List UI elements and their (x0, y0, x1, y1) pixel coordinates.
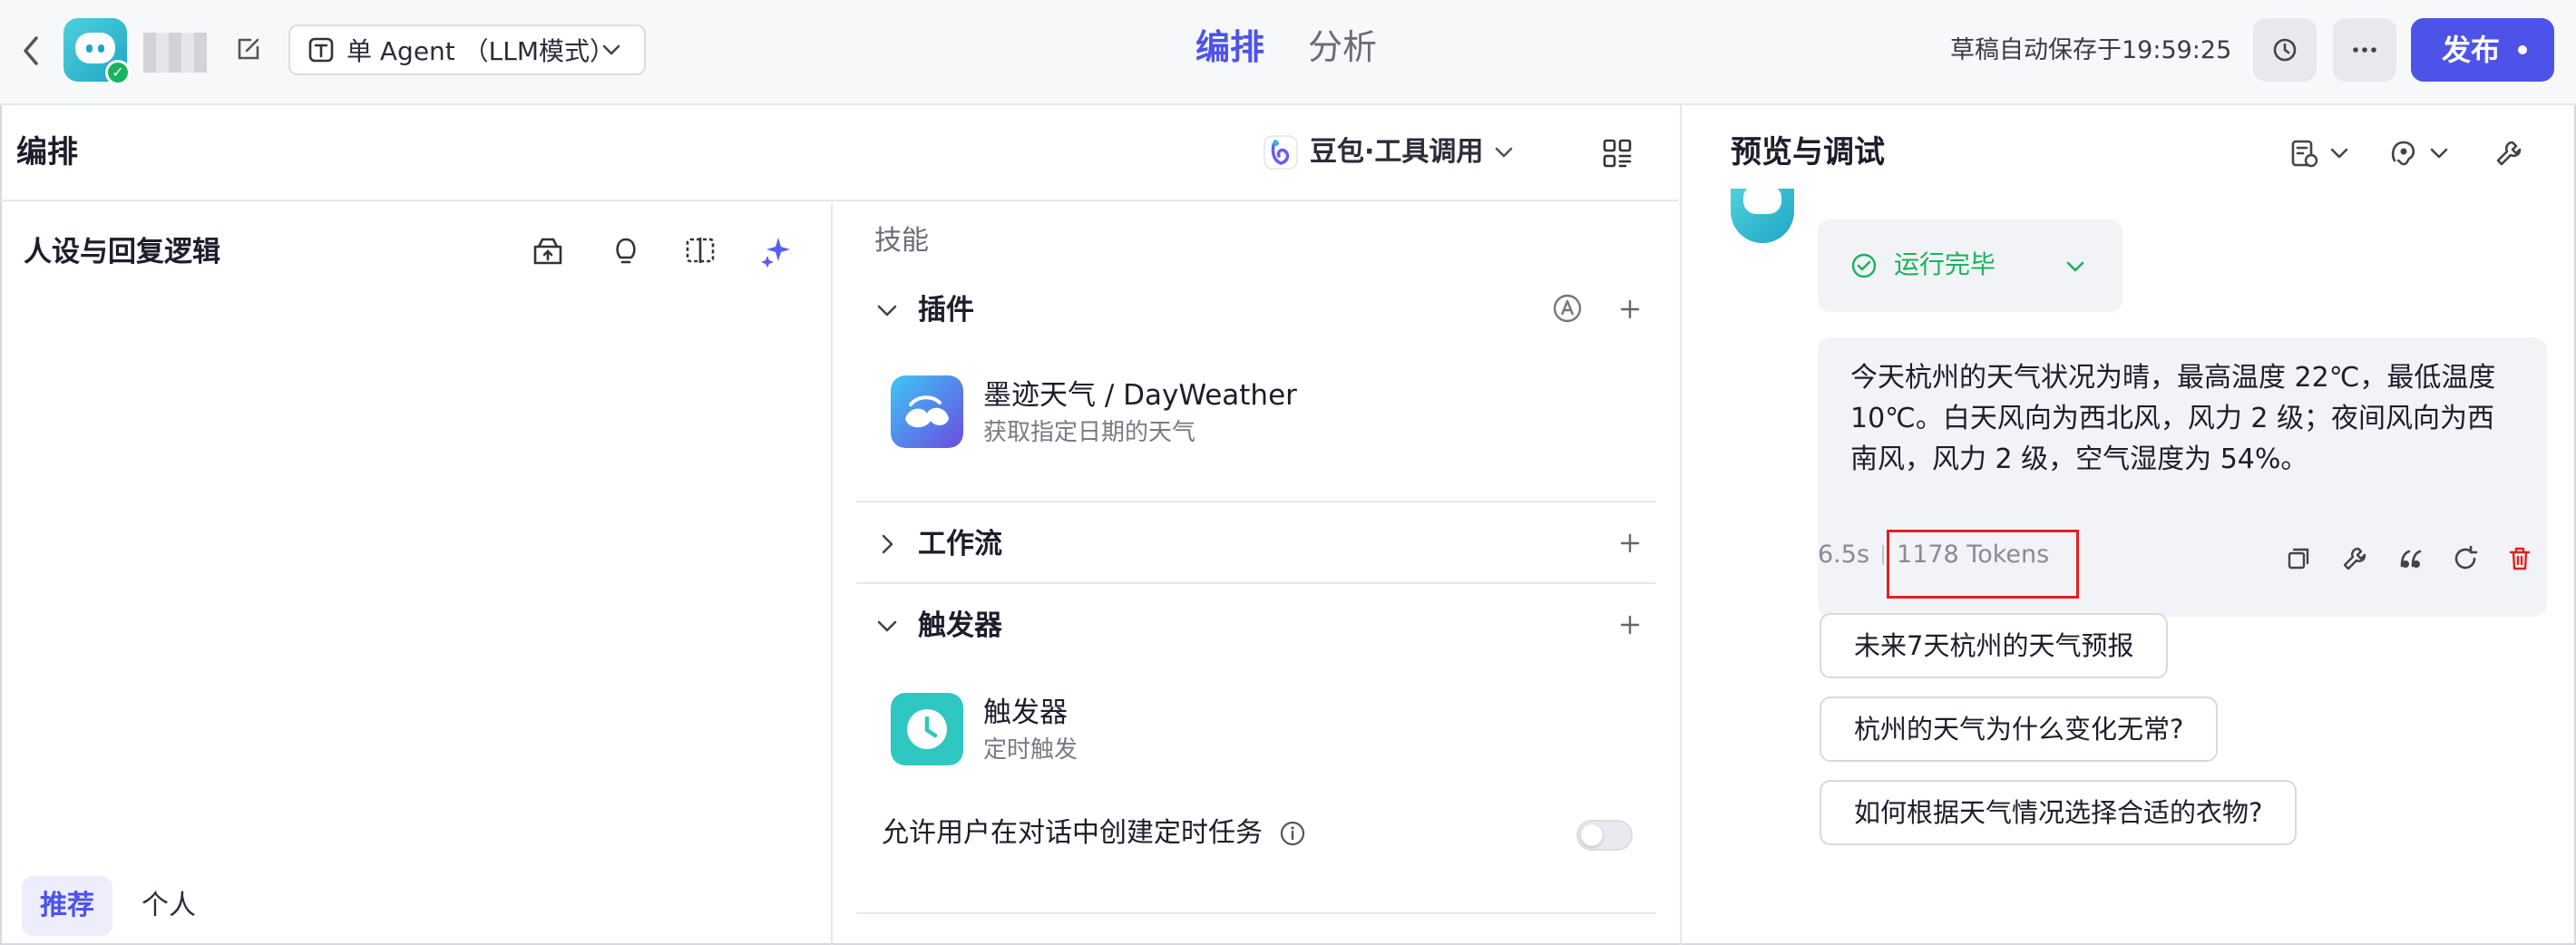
model-label: 豆包·工具调用 (1310, 136, 1484, 168)
regenerate-icon[interactable] (2451, 544, 2480, 573)
bot-name-blurred (143, 33, 207, 73)
trigger-name: 触发器 (983, 697, 1068, 729)
lightbulb-icon[interactable] (608, 232, 644, 268)
trigger-desc: 定时触发 (983, 736, 1078, 764)
chevron-down-icon (2430, 148, 2448, 159)
wrench-icon (2496, 141, 2522, 166)
published-check-icon: ✓ (105, 60, 131, 85)
skills-label: 技能 (874, 225, 929, 257)
allow-scheduled-task-toggle[interactable] (1576, 820, 1633, 851)
plugin-name: 墨迹天气 / DayWeather (983, 379, 1297, 412)
chevron-down-icon (2066, 261, 2084, 272)
workflow-section-header[interactable]: 工作流 (874, 517, 1656, 571)
agent-mode-select[interactable]: 单 Agent （LLM模式） (288, 24, 646, 75)
voice-settings-button[interactable] (2387, 136, 2451, 170)
chevron-down-icon (1496, 147, 1513, 158)
history-icon (2273, 38, 2297, 62)
tab-edit[interactable]: 编排 (1195, 22, 1264, 73)
model-select[interactable]: 豆包·工具调用 (1263, 131, 1516, 174)
tab-analysis[interactable]: 分析 (1308, 22, 1377, 73)
moji-weather-icon (891, 375, 963, 448)
suggestion-chip[interactable]: 如何根据天气情况选择合适的衣物? (1820, 780, 2298, 845)
plugins-section-header[interactable]: 插件 (874, 283, 1656, 337)
elapsed-time: 6.5s (1818, 541, 1870, 569)
persona-panel: 人设与回复逻辑 推荐 个人 (0, 203, 833, 945)
layout-grid-icon[interactable] (1602, 138, 1633, 169)
triggers-title: 触发器 (918, 609, 1002, 642)
plugins-title: 插件 (918, 294, 974, 326)
editor-header: 编排 豆包·工具调用 (0, 105, 1678, 201)
autosave-status: 草稿自动保存于19:59:25 (1950, 36, 2232, 64)
bot-avatar[interactable]: ✓ (63, 18, 131, 85)
preview-title: 预览与调试 (1731, 134, 1885, 170)
wrench-icon[interactable] (2340, 544, 2369, 573)
tab-recommended[interactable]: 推荐 (22, 876, 112, 936)
auto-call-icon[interactable] (1551, 292, 1584, 325)
publish-dot-icon (2518, 45, 2527, 54)
allow-scheduled-task-label: 允许用户在对话中创建定时任务 (882, 817, 1263, 849)
persona-title: 人设与回复逻辑 (24, 236, 220, 268)
add-workflow-icon[interactable] (1615, 528, 1645, 559)
divider (856, 912, 1656, 914)
quote-icon[interactable] (2396, 544, 2425, 573)
info-icon[interactable] (1279, 820, 1306, 847)
edit-icon[interactable] (234, 34, 263, 63)
history-button[interactable] (2253, 18, 2317, 82)
prompt-library-icon[interactable] (530, 232, 566, 268)
divider (856, 582, 1656, 584)
run-status-box[interactable]: 运行完毕 (1818, 219, 2122, 312)
token-highlight-box (1887, 530, 2079, 599)
triggers-section-header[interactable]: 触发器 (874, 599, 1656, 653)
chat-bot-avatar (1731, 189, 1794, 243)
doubao-logo-icon (1264, 135, 1298, 170)
add-plugin-icon[interactable] (1615, 294, 1645, 325)
back-icon[interactable] (18, 33, 44, 69)
text-mode-icon (308, 37, 334, 63)
skills-panel: 技能 插件 墨迹天气 / DayWeather 获取指定日期的天气 工作流 触发… (834, 203, 1678, 945)
divider (856, 501, 1656, 502)
publish-label: 发布 (2442, 33, 2501, 67)
suggestion-chip[interactable]: 杭州的天气为什么变化无常? (1820, 697, 2219, 762)
split-view-icon[interactable] (682, 232, 718, 268)
top-bar: ✓ 单 Agent （LLM模式） 编排 分析 草稿自动保存于19:59:25 … (0, 0, 2576, 105)
suggestion-chip[interactable]: 未来7天杭州的天气预报 (1820, 613, 2169, 678)
meta-separator (1882, 545, 1885, 565)
agent-mode-label: 单 Agent （LLM模式） (346, 36, 616, 66)
chevron-down-icon (877, 620, 897, 632)
chevron-right-icon (882, 534, 893, 554)
chevron-down-icon (877, 305, 897, 317)
run-status-text: 运行完毕 (1894, 249, 1996, 279)
debug-settings-button[interactable] (2493, 136, 2525, 170)
debug-log-button[interactable] (2288, 136, 2351, 170)
more-button[interactable] (2333, 18, 2396, 82)
tab-personal[interactable]: 个人 (123, 876, 214, 936)
plugin-item[interactable]: 墨迹天气 / DayWeather 获取指定日期的天气 (856, 357, 1656, 466)
publish-button[interactable]: 发布 (2411, 18, 2554, 82)
add-trigger-icon[interactable] (1615, 609, 1645, 640)
allow-scheduled-task-row: 允许用户在对话中创建定时任务 (882, 811, 1306, 856)
voice-icon (2391, 141, 2415, 166)
preview-panel: 预览与调试 运行完毕 今天杭州的天气状况为晴，最高温度 22℃，最低温度 10℃… (1680, 105, 2576, 945)
clock-icon (891, 693, 963, 765)
ai-sparkle-icon[interactable] (758, 232, 795, 268)
chevron-down-icon (2330, 148, 2348, 159)
chevron-down-icon (602, 44, 620, 55)
editor-title: 编排 (16, 134, 78, 170)
trigger-item[interactable]: 触发器 定时触发 (856, 675, 1656, 784)
check-circle-icon (1851, 253, 1877, 278)
workflow-title: 工作流 (918, 528, 1002, 560)
log-icon (2291, 140, 2318, 168)
plugin-desc: 获取指定日期的天气 (983, 419, 1196, 446)
more-icon (2353, 47, 2376, 53)
copy-icon[interactable] (2284, 544, 2313, 573)
delete-icon[interactable] (2505, 544, 2534, 573)
